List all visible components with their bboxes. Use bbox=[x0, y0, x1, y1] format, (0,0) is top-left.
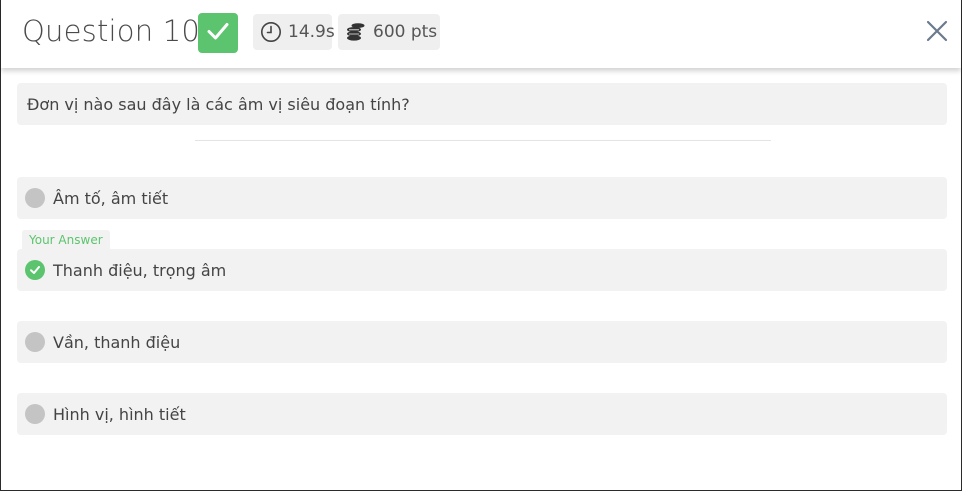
points-chip: 600 pts bbox=[338, 14, 440, 50]
divider bbox=[195, 140, 771, 141]
time-value: 14.9s bbox=[288, 22, 335, 42]
option-label: Vần, thanh điệu bbox=[53, 332, 181, 352]
question-text: Đơn vị nào sau đây là các âm vị siêu đoạ… bbox=[27, 94, 410, 114]
close-icon bbox=[926, 20, 948, 46]
question-text-box: Đơn vị nào sau đây là các âm vị siêu đoạ… bbox=[17, 83, 947, 125]
question-header: Question 10 14.9s 600 pts bbox=[1, 0, 961, 68]
option-label: Hình vị, hình tiết bbox=[53, 404, 186, 424]
question-title: Question 10 bbox=[22, 14, 201, 48]
clock-icon bbox=[260, 21, 282, 43]
time-chip: 14.9s bbox=[253, 14, 335, 50]
radio-indicator bbox=[25, 188, 45, 208]
option-2-selected[interactable]: Thanh điệu, trọng âm bbox=[17, 249, 947, 291]
option-label: Thanh điệu, trọng âm bbox=[53, 260, 227, 280]
points-value: 600 pts bbox=[373, 22, 438, 42]
radio-indicator bbox=[25, 332, 45, 352]
option-4[interactable]: Hình vị, hình tiết bbox=[17, 393, 947, 435]
option-3[interactable]: Vần, thanh điệu bbox=[17, 321, 947, 363]
check-circle-icon bbox=[25, 260, 45, 280]
correct-badge bbox=[198, 13, 238, 53]
your-answer-tag: Your Answer bbox=[22, 230, 110, 250]
radio-indicator bbox=[25, 404, 45, 424]
question-review-panel: Question 10 14.9s 600 pts Đơn vị nào sau… bbox=[0, 0, 962, 491]
coins-icon bbox=[345, 21, 367, 43]
check-icon bbox=[206, 19, 230, 47]
option-label: Âm tố, âm tiết bbox=[53, 188, 169, 208]
close-button[interactable] bbox=[925, 20, 949, 46]
option-1[interactable]: Âm tố, âm tiết bbox=[17, 177, 947, 219]
